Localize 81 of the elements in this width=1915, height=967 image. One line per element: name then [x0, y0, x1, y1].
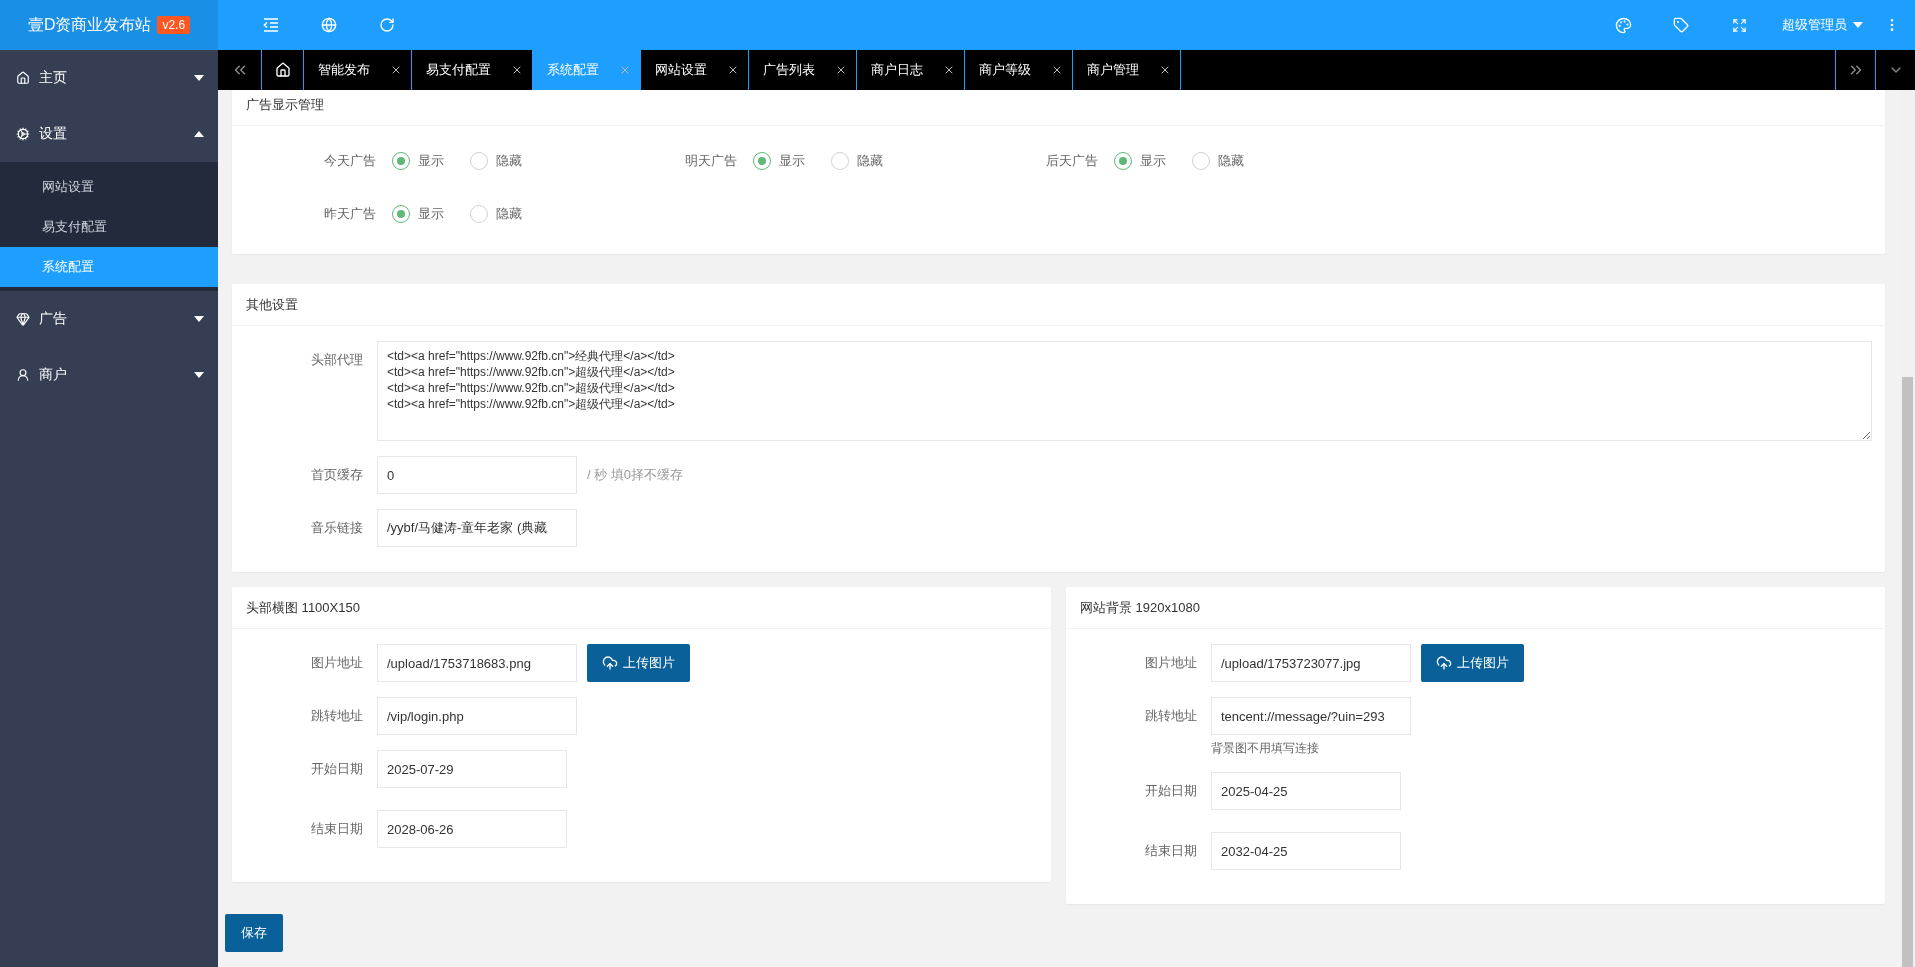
home-icon: [274, 62, 291, 78]
date-field[interactable]: 2028-06-26: [377, 810, 567, 848]
card-title: 其他设置: [232, 284, 1885, 326]
date-field[interactable]: 2025-04-25: [1211, 772, 1401, 810]
radio-option[interactable]: 显示: [392, 151, 444, 170]
upload-button[interactable]: 上传图片: [1421, 644, 1524, 682]
field-label: 后天广告: [1045, 151, 1099, 170]
field-note: 背景图不用填写连接: [1211, 740, 1320, 757]
cloud-upload-icon: [1436, 655, 1452, 671]
card-title: 网站背景 1920x1080: [1066, 587, 1885, 629]
diamond-icon: [16, 312, 30, 326]
field-label: 今天广告: [323, 151, 377, 170]
field-label: 开始日期: [1144, 782, 1198, 800]
field-label: 首页缓存: [310, 466, 364, 484]
textarea-field[interactable]: <td><a href="https://www.92fb.cn">经典代理</a></td> <td><a href="https://www.92fb.cn">超级代理</a></td> <td><a href="https://www.92fb.cn">超级代理</a></td> <td><a href="https://www.92fb.cn">超级代理</a></td>: [377, 341, 1872, 441]
field-hint: / 秒 填0择不缓存: [587, 466, 684, 484]
close-icon[interactable]: [390, 64, 402, 76]
caret-icon: [194, 372, 204, 378]
close-icon[interactable]: [1051, 64, 1063, 76]
site-title: 壹D资商业发布站: [27, 14, 152, 35]
field-label: 跳转地址: [1144, 707, 1198, 725]
sidebar-label: 商户: [39, 366, 68, 384]
sidebar-item[interactable]: 主页: [0, 50, 218, 106]
text-field[interactable]: /vip/login.php: [377, 697, 577, 735]
text-field[interactable]: tencent://message/?uin=293: [1211, 697, 1411, 735]
radio-option[interactable]: 显示: [392, 204, 444, 223]
gear-icon: [16, 127, 30, 141]
submenu-item[interactable]: 易支付配置: [0, 207, 218, 247]
menu-indent-icon: [263, 18, 279, 32]
version-badge: v2.6: [157, 16, 191, 34]
text-field[interactable]: /upload/1753723077.jpg: [1211, 644, 1411, 682]
text-field[interactable]: 0: [377, 456, 577, 494]
close-icon[interactable]: [835, 64, 847, 76]
home-icon: [16, 71, 30, 85]
user-icon: [16, 368, 30, 382]
caret-icon: [194, 316, 204, 322]
caret-icon: [1853, 22, 1863, 28]
field-label: 明天广告: [684, 151, 738, 170]
scrollbar-thumb[interactable]: [1902, 377, 1913, 967]
field-label: 图片地址: [310, 654, 364, 672]
field-label: 昨天广告: [323, 204, 377, 223]
field-label: 开始日期: [310, 760, 364, 778]
field-label: 结束日期: [1144, 842, 1198, 860]
sidebar-item[interactable]: 广告: [0, 291, 218, 347]
text-field[interactable]: /yybf/马健涛-童年老家 (典藏: [377, 509, 577, 547]
upload-button[interactable]: 上传图片: [587, 644, 690, 682]
radio-option[interactable]: 显示: [1114, 151, 1166, 170]
save-button[interactable]: 保存: [225, 914, 283, 952]
card-title: 头部横图 1100X150: [232, 587, 1051, 629]
cloud-upload-icon: [602, 655, 618, 671]
submenu-item[interactable]: 网站设置: [0, 167, 218, 207]
date-field[interactable]: 2025-07-29: [377, 750, 567, 788]
globe-icon: [321, 17, 337, 33]
close-icon[interactable]: [943, 64, 955, 76]
sidebar-label: 设置: [39, 125, 68, 143]
close-icon[interactable]: [727, 64, 739, 76]
sidebar-item[interactable]: 设置: [0, 106, 218, 162]
date-field[interactable]: 2032-04-25: [1211, 832, 1401, 870]
tag-icon: [1673, 17, 1689, 33]
field-label: 跳转地址: [310, 707, 364, 725]
radio-option[interactable]: 显示: [753, 151, 805, 170]
field-label: 结束日期: [310, 820, 364, 838]
close-icon[interactable]: [511, 64, 523, 76]
field-label: 头部代理: [310, 351, 364, 369]
radio-option[interactable]: 隐藏: [831, 151, 883, 170]
card-title: 广告显示管理: [232, 90, 1885, 126]
radio-option[interactable]: 隐藏: [470, 151, 522, 170]
radio-option[interactable]: 隐藏: [1192, 151, 1244, 170]
expand-icon: [1731, 17, 1747, 33]
refresh-icon: [379, 17, 395, 33]
field-label: 图片地址: [1144, 654, 1198, 672]
sidebar-label: 广告: [39, 310, 68, 328]
field-label: 音乐链接: [310, 519, 364, 537]
caret-icon: [194, 75, 204, 81]
close-icon[interactable]: [1159, 64, 1171, 76]
radio-option[interactable]: 隐藏: [470, 204, 522, 223]
sidebar-label: 主页: [39, 69, 68, 87]
text-field[interactable]: /upload/1753718683.png: [377, 644, 577, 682]
caret-icon: [194, 131, 204, 137]
sidebar-item[interactable]: 商户: [0, 347, 218, 403]
palette-icon: [1614, 16, 1632, 34]
